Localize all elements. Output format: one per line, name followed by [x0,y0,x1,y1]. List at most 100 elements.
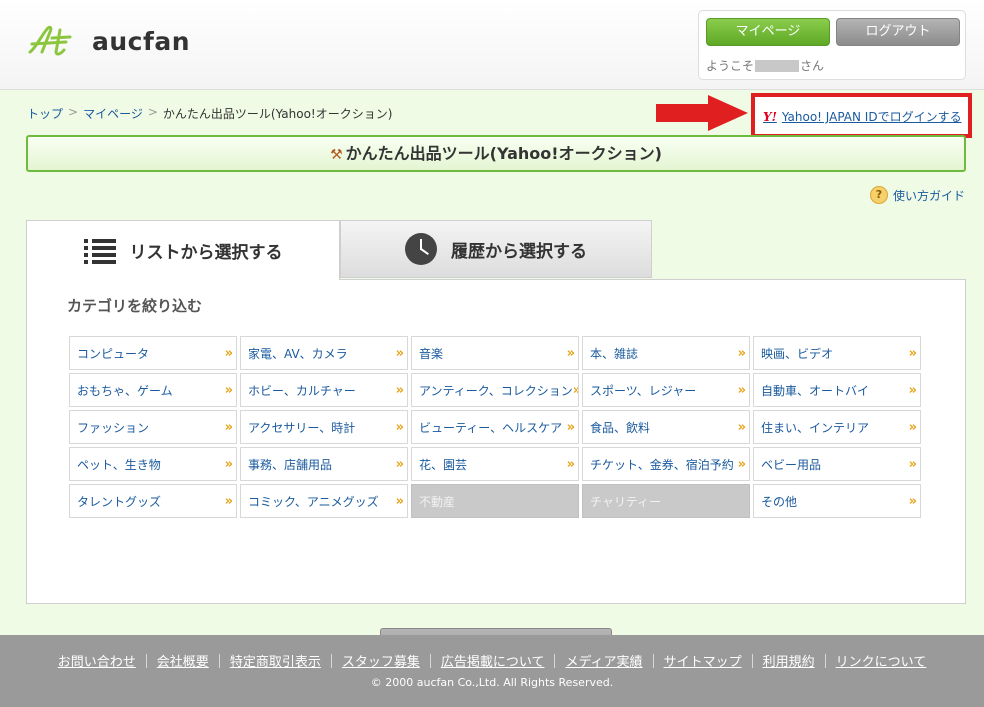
category-item[interactable]: アクセサリー、時計 » [240,410,408,444]
category-item[interactable]: 映画、ビデオ » [753,336,921,370]
category-item[interactable]: ベビー用品 » [753,447,921,481]
chevron-right-icon: » [395,382,405,398]
breadcrumb: トップ > マイページ > かんたん出品ツール(Yahoo!オークション) [27,105,392,122]
category-item: 不動産 [411,484,579,518]
category-item[interactable]: 自動車、オートバイ » [753,373,921,407]
footer-link[interactable]: サイトマップ [654,651,752,670]
footer-link[interactable]: 会社概要 [147,651,219,670]
category-label: 食品、飲料 [590,420,651,435]
tab-label: リストから選択する [129,243,283,263]
category-item[interactable]: ビューティー、ヘルスケア» [411,410,579,444]
tab-list-select[interactable]: リストから選択する [26,220,340,280]
category-label: ビューティー、ヘルスケア [419,420,563,435]
category-label: タレントグッズ [77,494,162,509]
category-item[interactable]: コンピュータ » [69,336,237,370]
chevron-right-icon: » [395,456,405,472]
category-item[interactable]: ホビー、カルチャー » [240,373,408,407]
category-panel: カテゴリを絞り込む コンピュータ» 家電、AV、カメラ» 音楽» 本、雑誌» 映画、ビデ… [26,279,966,665]
category-item[interactable]: ファッション » [69,410,237,444]
category-label: 映画、ビデオ [761,346,834,361]
category-item[interactable]: 事務、店舗用品 » [240,447,408,481]
category-label: その他 [761,494,798,509]
footer-link[interactable]: 広告掲載について [431,651,555,670]
category-label: 事務、店舗用品 [248,457,333,472]
chevron-right-icon: » [737,382,747,398]
chevron-right-icon: » [395,493,405,509]
site-footer: お問い合わせ 会社概要 特定商取引表示 スタッフ募集 広告掲載について メディア実績 サイト… [0,635,984,707]
breadcrumb-top[interactable]: トップ [27,105,63,122]
chevron-right-icon: » [908,345,918,361]
footer-link[interactable]: スタッフ募集 [332,651,430,670]
tab-history-select[interactable]: 履歴から選択する [340,220,652,278]
red-arrow-icon [656,95,748,131]
category-item[interactable]: 家電、AV、カメラ » [240,336,408,370]
yahoo-login-link[interactable]: Y! Yahoo! JAPAN IDでログインする [763,108,962,125]
category-label: 自動車、オートバイ [761,383,870,398]
category-label: アンティーク、コレクション [419,383,573,398]
category-item[interactable]: タレントグッズ » [69,484,237,518]
tab-label: 履歴から選択する [451,241,587,262]
footer-link[interactable]: お問い合わせ [48,651,146,670]
category-label: 住まい、インテリア [761,420,870,435]
category-label: ベビー用品 [761,457,822,472]
chevron-right-icon: » [224,419,234,435]
category-item[interactable]: その他 » [753,484,921,518]
footer-link[interactable]: メディア実績 [555,651,652,670]
category-item: チャリティー [582,484,750,518]
category-item[interactable]: コミック、アニメグッズ » [240,484,408,518]
chevron-right-icon: » [224,382,234,398]
category-section-title: カテゴリを絞り込む [67,297,203,315]
category-item[interactable]: 花、園芸 » [411,447,579,481]
yahoo-login-highlight: Y! Yahoo! JAPAN IDでログインする [751,93,972,138]
category-item[interactable]: ペット、生き物 » [69,447,237,481]
chevron-right-icon: » [566,419,576,435]
chevron-right-icon: » [737,456,747,472]
category-item[interactable]: アンティーク、コレクション» [411,373,579,407]
clock-icon [405,233,437,265]
category-item[interactable]: おもちゃ、ゲーム » [69,373,237,407]
page-title: ⚒ かんたん出品ツール(Yahoo!オークション) [26,135,966,172]
category-label: ペット、生き物 [77,457,161,472]
category-item[interactable]: スポーツ、レジャー » [582,373,750,407]
breadcrumb-separator: > [147,105,158,119]
breadcrumb-mypage[interactable]: マイページ [83,105,143,122]
copyright: © 2000 aucfan Co.,Ltd. All Rights Reserv… [370,676,614,689]
category-label: スポーツ、レジャー [590,383,697,398]
category-label: 花、園芸 [419,457,468,472]
category-item[interactable]: チケット、金券、宿泊予約» [582,447,750,481]
breadcrumb-separator: > [68,105,79,119]
category-label: 音楽 [419,346,444,361]
category-label: 不動産 [419,494,456,509]
site-header: aucfan マイページ ログアウト ようこそ さん [0,0,984,90]
category-item[interactable]: 本、雑誌 » [582,336,750,370]
welcome-message: ようこそ さん [706,57,824,74]
category-item[interactable]: 食品、飲料 » [582,410,750,444]
category-item[interactable]: 音楽 » [411,336,579,370]
footer-link[interactable]: 利用規約 [753,651,825,670]
redacted-username [755,59,800,72]
question-icon: ? [870,186,888,204]
chevron-right-icon: » [572,382,579,398]
list-icon [83,238,116,264]
chevron-right-icon: » [908,419,918,435]
aucfan-logo[interactable]: aucfan [26,24,190,58]
category-label: おもちゃ、ゲーム [77,383,173,398]
chevron-right-icon: » [737,345,747,361]
chevron-right-icon: » [566,345,576,361]
category-label: ホビー、カルチャー [248,383,356,398]
footer-link[interactable]: リンクについて [826,651,937,670]
gavel-icon: ⚒ [330,147,343,163]
welcome-prefix: ようこそ [706,59,755,73]
footer-links: お問い合わせ 会社概要 特定商取引表示 スタッフ募集 広告掲載について メディア実績 サイト… [0,651,984,670]
footer-link[interactable]: 特定商取引表示 [220,651,331,670]
logout-button[interactable]: ログアウト [836,18,960,46]
category-label: チャリティー [590,494,662,509]
help-guide-link[interactable]: ? 使い方ガイド [870,186,965,204]
mypage-button[interactable]: マイページ [706,18,830,46]
chevron-right-icon: » [224,456,234,472]
chevron-right-icon: » [395,419,405,435]
category-item[interactable]: 住まい、インテリア » [753,410,921,444]
main-content: トップ > マイページ > かんたん出品ツール(Yahoo!オークション) Y!… [0,90,984,665]
chevron-right-icon: » [908,456,918,472]
welcome-suffix: さん [800,59,825,73]
